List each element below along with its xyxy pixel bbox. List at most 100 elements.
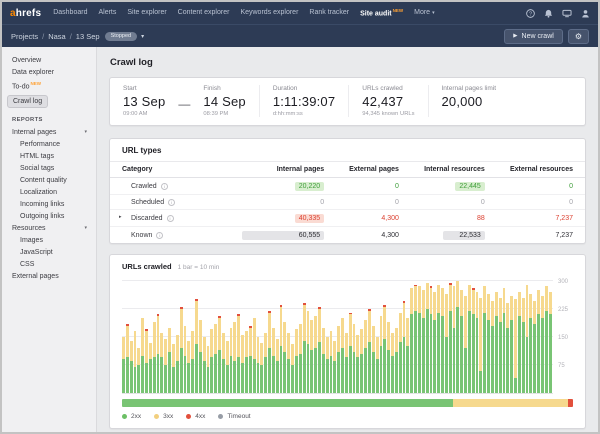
bar-segment	[483, 313, 486, 393]
bar-segment	[222, 359, 225, 393]
sidebar-item-resources[interactable]: Resources▾	[2, 222, 96, 234]
nav-item-rank-tracker[interactable]: Rank tracker	[309, 9, 349, 16]
chart-bar	[253, 318, 256, 393]
category-cell: Knowni	[110, 227, 229, 244]
bar-segment	[191, 359, 194, 393]
info-icon[interactable]: i	[156, 232, 163, 239]
chart-bar	[506, 303, 509, 393]
sidebar-item-incoming-links[interactable]: Incoming links	[2, 198, 96, 210]
sidebar-item-data-explorer[interactable]: Data explorer	[2, 66, 96, 78]
bar-segment	[291, 344, 294, 365]
chart-bar	[487, 294, 490, 393]
chevron-down-icon[interactable]: ▾	[84, 129, 87, 135]
sidebar-item-performance[interactable]: Performance	[2, 138, 96, 150]
nav-item-more[interactable]: More▾	[414, 9, 434, 16]
chart-bar	[210, 329, 213, 393]
chart-bar	[241, 335, 244, 393]
breadcrumb-item[interactable]: Nasa	[48, 32, 66, 41]
chart-bar	[414, 285, 417, 393]
legend-item-timeout: Timeout	[218, 413, 250, 420]
sidebar-item-internal-pages[interactable]: Internal pages▾	[2, 126, 96, 138]
bar-segment	[160, 357, 163, 393]
gear-icon: ⚙	[575, 32, 582, 41]
bar-segment	[137, 348, 140, 365]
bar-segment	[330, 331, 333, 355]
sidebar-item-css[interactable]: CSS	[2, 258, 96, 270]
bar-segment	[537, 290, 540, 314]
chart-bar	[526, 285, 529, 394]
stat-value: 13 Sep	[123, 94, 165, 109]
svg-text:?: ?	[529, 11, 532, 17]
breadcrumb: Projects/Nasa/13 Sep	[11, 32, 100, 41]
chevron-down-icon: ▾	[432, 10, 435, 16]
nav-item-keywords-explorer[interactable]: Keywords explorer	[240, 9, 298, 16]
bar-segment	[360, 354, 363, 393]
stat-finish: Finish14 Sep08:39 PM	[190, 85, 258, 117]
bar-segment	[464, 348, 467, 393]
ahrefs-logo[interactable]: ahrefs	[10, 8, 41, 19]
sidebar-item-outgoing-links[interactable]: Outgoing links	[2, 210, 96, 222]
bar-segment	[460, 316, 463, 393]
sidebar-item-localization[interactable]: Localization	[2, 186, 96, 198]
bar-segment	[514, 378, 517, 393]
bar-segment	[437, 285, 440, 313]
info-icon[interactable]: i	[167, 215, 174, 222]
bar-segment	[172, 344, 175, 366]
sidebar-item-to-do[interactable]: To-doNEW	[2, 78, 96, 92]
sidebar-item-javascript[interactable]: JavaScript	[2, 246, 96, 258]
chart-legend: 2xx3xx4xxTimeout	[122, 413, 573, 420]
bar-segment	[349, 346, 352, 393]
bar-segment	[510, 296, 513, 320]
chevron-down-icon[interactable]: ▾	[84, 225, 87, 231]
sidebar-item-crawl-log[interactable]: Crawl log	[2, 92, 96, 110]
chart-bar	[356, 335, 359, 393]
bar-segment	[356, 357, 359, 393]
info-icon[interactable]: i	[161, 183, 168, 190]
bar-segment	[349, 314, 352, 346]
sidebar-item-external-pages[interactable]: External pages	[2, 270, 96, 282]
stat-sub-label: 08:39 PM	[203, 111, 245, 117]
bar-segment	[141, 356, 144, 393]
bar-segment	[414, 286, 417, 310]
sidebar-item-overview[interactable]: Overview	[2, 54, 96, 66]
bar-segment	[503, 313, 506, 393]
url-types-table: CategoryInternal pagesExternal pagesInte…	[110, 161, 585, 243]
bar-segment	[437, 313, 440, 393]
sidebar-item-content-quality[interactable]: Content quality	[2, 174, 96, 186]
bell-icon[interactable]	[544, 9, 553, 18]
chart-summary-bar	[122, 399, 573, 407]
sidebar-item-html-tags[interactable]: HTML tags	[2, 150, 96, 162]
crawl-stats-card: Start13 Sep09:00 AM—Finish14 Sep08:39 PM…	[109, 77, 586, 126]
sidebar-item-images[interactable]: Images	[2, 234, 96, 246]
bar-segment	[168, 352, 171, 393]
user-icon[interactable]	[581, 9, 590, 18]
expand-caret-icon[interactable]: ▸	[119, 214, 122, 220]
chevron-down-icon[interactable]: ▾	[141, 33, 144, 40]
url-types-card: URL types CategoryInternal pagesExternal…	[109, 138, 586, 244]
info-icon[interactable]: i	[168, 199, 175, 206]
chart-bar	[368, 309, 371, 393]
breadcrumb-item[interactable]: 13 Sep	[76, 32, 100, 41]
sidebar-item-social-tags[interactable]: Social tags	[2, 162, 96, 174]
chart-area: 75150225300	[122, 278, 573, 394]
nav-item-site-audit[interactable]: Site auditNEW	[360, 8, 403, 17]
chart-bar	[483, 286, 486, 393]
new-crawl-button[interactable]: ▶New crawl	[504, 29, 563, 44]
bar-segment	[180, 348, 183, 393]
value-cell: 40,335	[229, 210, 336, 227]
bar-segment	[218, 350, 221, 393]
nav-item-content-explorer[interactable]: Content explorer	[178, 9, 230, 16]
play-icon: ▶	[513, 33, 517, 39]
bar-segment	[433, 292, 436, 320]
display-icon[interactable]	[562, 9, 572, 18]
nav-item-dashboard[interactable]: Dashboard	[53, 9, 87, 16]
cell-value: 0	[569, 199, 573, 206]
nav-item-alerts[interactable]: Alerts	[98, 9, 116, 16]
settings-button[interactable]: ⚙	[568, 29, 589, 44]
bar-segment	[383, 339, 386, 393]
breadcrumb-item[interactable]: Projects	[11, 32, 38, 41]
help-icon[interactable]: ?	[526, 9, 535, 18]
nav-item-site-explorer[interactable]: Site explorer	[127, 9, 166, 16]
bar-segment	[506, 303, 509, 327]
bar-segment	[295, 356, 298, 393]
